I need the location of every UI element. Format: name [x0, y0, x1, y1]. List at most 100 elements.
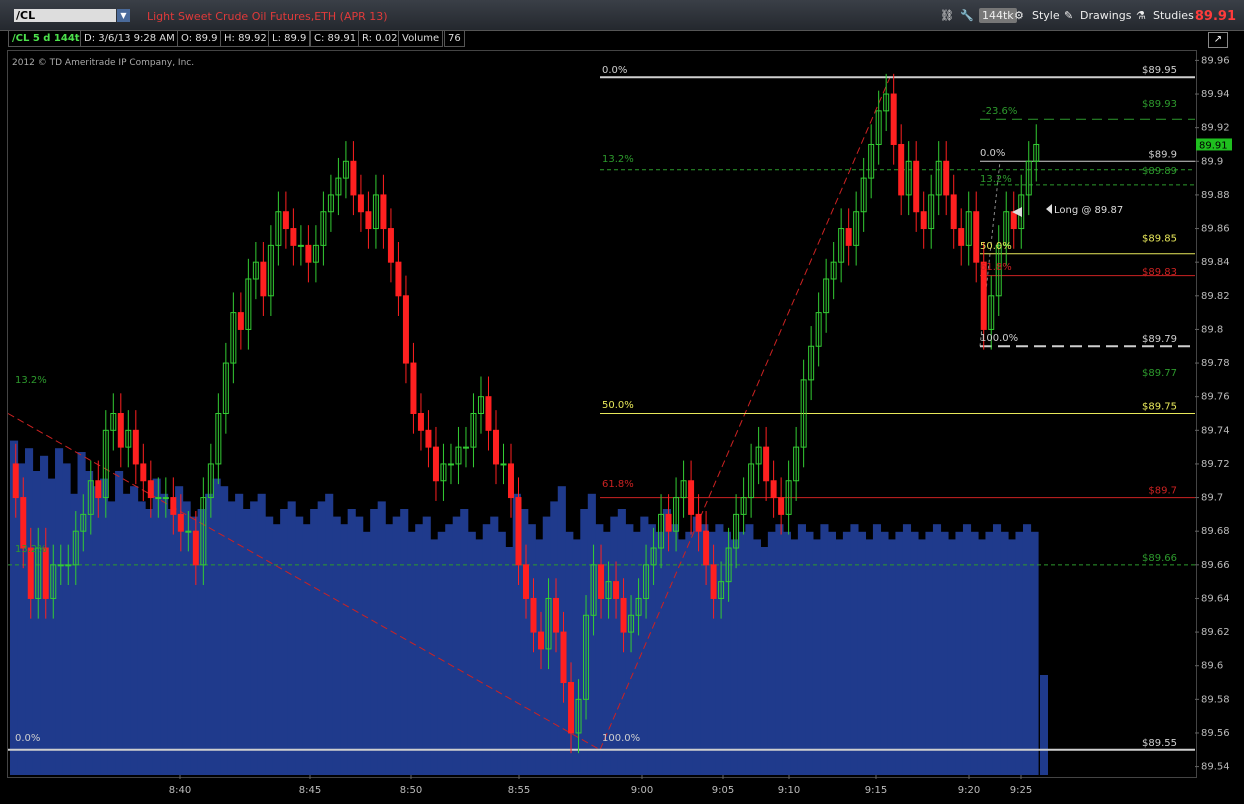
y-tick-label: 89.68: [1201, 526, 1230, 537]
volume-bar: [527, 524, 536, 775]
y-tick-label: 89.56: [1201, 728, 1230, 739]
volume-bar: [475, 539, 484, 775]
candle-body: [402, 295, 409, 364]
volume-bar: [310, 509, 319, 775]
volume-bar: [685, 531, 694, 775]
volume-bar: [77, 452, 86, 775]
candle-body: [297, 244, 304, 247]
volume-bar: [670, 524, 679, 775]
volume-bar: [752, 539, 761, 775]
fib-label: 13.2%: [980, 174, 1012, 185]
volume-bar: [775, 524, 784, 775]
candle-body: [515, 497, 522, 566]
volume-bar: [932, 524, 942, 775]
candle-body: [357, 194, 364, 213]
volume-bar: [1022, 524, 1032, 775]
candle-body: [27, 547, 34, 599]
candle-body: [665, 513, 672, 532]
volume-bar: [280, 509, 289, 775]
volume-bar: [902, 524, 912, 775]
x-tick-label: 8:45: [299, 785, 321, 796]
volume-bar: [497, 531, 506, 775]
volume-bar: [842, 531, 852, 775]
candle-body: [973, 211, 980, 263]
x-tick-label: 9:05: [712, 785, 734, 796]
candle-body: [778, 497, 785, 515]
volume-bar: [250, 501, 259, 775]
candle-body: [117, 413, 124, 448]
volume-bar: [692, 516, 701, 775]
volume-bar: [782, 531, 791, 775]
candle-body: [620, 597, 627, 633]
volume-bar: [422, 516, 431, 775]
volume-bar: [212, 478, 221, 775]
fib-price-label: $89.75: [1142, 402, 1177, 413]
volume-bar: [767, 531, 776, 775]
volume-bar: [92, 486, 101, 775]
x-tick-label: 8:50: [400, 785, 422, 796]
volume-bar: [347, 509, 356, 775]
candle-body: [260, 261, 267, 297]
candle-body: [538, 631, 545, 650]
volume-bar: [287, 501, 296, 775]
volume-bar: [910, 531, 919, 775]
volume-bar: [820, 524, 829, 775]
candle-body: [140, 463, 147, 482]
y-tick-label: 89.82: [1201, 291, 1230, 302]
volume-bar: [460, 509, 469, 775]
fib-label: 13.2%: [15, 375, 47, 386]
volume-bar: [835, 539, 844, 775]
volume-bar: [272, 524, 281, 775]
fib-label: 0.0%: [980, 148, 1005, 159]
volume-bar: [850, 524, 859, 775]
volume-bar: [70, 493, 79, 775]
volume-bar: [355, 516, 364, 775]
volume-bar: [925, 531, 934, 775]
candle-body: [42, 547, 49, 599]
y-tick-label: 89.96: [1201, 55, 1230, 66]
candle-body: [162, 497, 169, 500]
candle-body: [57, 564, 64, 567]
volume-bar: [1007, 539, 1017, 775]
copyright-text: 2012 © TD Ameritrade IP Company, Inc.: [12, 58, 194, 68]
candle-body: [958, 228, 965, 246]
x-tick-label: 9:00: [631, 785, 653, 796]
volume-bar: [970, 531, 979, 775]
candle-body: [417, 413, 424, 431]
candle-body: [425, 429, 432, 448]
y-tick-label: 89.88: [1201, 190, 1230, 201]
candle-body: [507, 463, 514, 499]
volume-bar: [452, 516, 461, 775]
candle-body: [890, 93, 897, 145]
y-tick-label: 89.58: [1201, 694, 1230, 705]
volume-bar: [647, 524, 656, 775]
candle-body: [185, 530, 192, 533]
volume-bar: [407, 531, 416, 775]
candle-body: [95, 480, 102, 499]
candle-body: [12, 463, 19, 499]
fib-price-label: $89.66: [1142, 553, 1177, 564]
price-chart[interactable]: 2012 © TD Ameritrade IP Company, Inc. 89…: [0, 0, 1244, 804]
volume-bar: [865, 539, 874, 775]
candle-body: [913, 160, 920, 213]
candle-body: [695, 513, 702, 532]
volume-bar: [152, 478, 161, 775]
candle-body: [387, 228, 394, 263]
volume-bar: [790, 539, 799, 775]
volume-bar: [122, 493, 131, 775]
volume-bar: [887, 539, 897, 775]
volume-bar: [62, 463, 71, 775]
volume-bar: [385, 524, 394, 775]
volume-bar: [535, 539, 544, 775]
candle-body: [432, 446, 439, 482]
candle-body: [305, 244, 312, 263]
candle-body: [920, 211, 927, 230]
fib-label: -23.6%: [982, 106, 1017, 117]
volume-bar: [655, 531, 664, 775]
volume-bar: [467, 531, 476, 775]
candle-body: [290, 228, 297, 246]
candle-body: [688, 480, 695, 515]
candle-body: [132, 429, 139, 465]
volume-bar: [1040, 675, 1048, 775]
candle-body: [568, 682, 575, 734]
